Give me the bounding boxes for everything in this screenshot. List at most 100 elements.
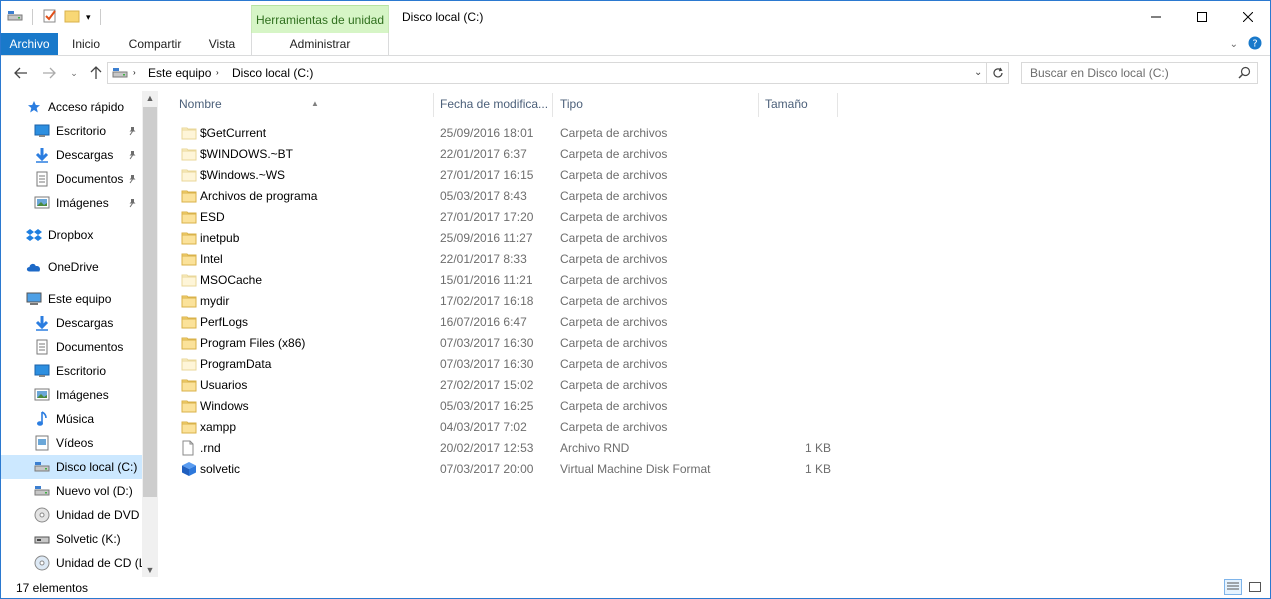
column-header-label: Nombre bbox=[179, 97, 222, 111]
breadcrumb-separator-icon[interactable]: › bbox=[133, 68, 136, 77]
file-type: Carpeta de archivos bbox=[560, 168, 668, 182]
nav-item[interactable]: Escritorio bbox=[1, 359, 142, 383]
nav-item[interactable]: Imágenes bbox=[1, 383, 142, 407]
breadcrumb-este-equipo[interactable]: Este equipo bbox=[148, 66, 211, 80]
refresh-button[interactable] bbox=[987, 62, 1009, 84]
file-row[interactable]: $GetCurrent 25/09/2016 18:01 Carpeta de ar… bbox=[173, 122, 843, 143]
folder-hidden-icon bbox=[181, 146, 197, 162]
file-type: Carpeta de archivos bbox=[560, 231, 668, 245]
file-date: 07/03/2017 16:30 bbox=[440, 336, 534, 350]
nav-item[interactable]: Vídeos bbox=[1, 431, 142, 455]
file-row[interactable]: Archivos de programa 05/03/2017 8:43 Carpe… bbox=[173, 185, 843, 206]
file-row[interactable]: MSOCache 15/01/2016 11:21 Carpeta de archi… bbox=[173, 269, 843, 290]
close-button[interactable] bbox=[1225, 1, 1270, 32]
nav-item[interactable]: Acceso rápido bbox=[1, 95, 142, 119]
tab-inicio[interactable]: Inicio bbox=[63, 33, 109, 55]
nav-item[interactable]: Disco local (C:) bbox=[1, 455, 142, 479]
column-header-tipo[interactable]: Tipo bbox=[554, 93, 758, 115]
forward-arrow-icon[interactable] bbox=[40, 65, 58, 81]
drive-icon[interactable] bbox=[7, 10, 23, 25]
explorer-window: ▾ Herramientas de unidad Disco local (C:… bbox=[0, 0, 1271, 599]
breadcrumb-separator-icon[interactable]: › bbox=[216, 68, 219, 77]
file-row[interactable]: .rnd 20/02/2017 12:53 Archivo RND 1 KB bbox=[173, 437, 843, 458]
nav-item[interactable]: Descargas bbox=[1, 143, 142, 167]
expand-ribbon-icon[interactable]: ⌄ bbox=[1230, 39, 1238, 50]
file-row[interactable]: inetpub 25/09/2016 11:27 Carpeta de archiv… bbox=[173, 227, 843, 248]
file-date: 04/03/2017 7:02 bbox=[440, 420, 527, 434]
file-type: Carpeta de archivos bbox=[560, 399, 668, 413]
folder-icon bbox=[181, 293, 197, 309]
nav-item[interactable]: Unidad de CD (L bbox=[1, 551, 142, 575]
nav-item-label: Descargas bbox=[56, 316, 114, 330]
new-folder-icon[interactable] bbox=[64, 8, 80, 27]
nav-item[interactable]: Documentos bbox=[1, 335, 142, 359]
tab-archivo[interactable]: Archivo bbox=[1, 33, 58, 55]
up-arrow-icon[interactable] bbox=[87, 65, 105, 81]
search-icon[interactable] bbox=[1238, 66, 1251, 82]
scroll-thumb[interactable] bbox=[143, 107, 157, 497]
file-row[interactable]: $WINDOWS.~BT 22/01/2017 6:37 Carpeta de ar… bbox=[173, 143, 843, 164]
nav-item[interactable]: Dropbox bbox=[1, 223, 142, 247]
column-header-tamano[interactable]: Tamaño bbox=[759, 93, 837, 115]
scroll-up-arrow-icon[interactable]: ▲ bbox=[142, 91, 158, 105]
nav-item[interactable]: OneDrive bbox=[1, 255, 142, 279]
file-row[interactable]: xampp 04/03/2017 7:02 Carpeta de archivos bbox=[173, 416, 843, 437]
file-type: Carpeta de archivos bbox=[560, 336, 668, 350]
recent-locations-chevron-icon[interactable]: ⌄ bbox=[65, 65, 83, 81]
title-bar: ▾ Herramientas de unidad Disco local (C:… bbox=[1, 1, 1270, 33]
tab-compartir[interactable]: Compartir bbox=[119, 33, 191, 55]
breadcrumb-disco-local[interactable]: Disco local (C:) bbox=[232, 66, 313, 80]
folder-icon bbox=[181, 377, 197, 393]
scroll-down-arrow-icon[interactable]: ▼ bbox=[142, 563, 158, 577]
file-name: Archivos de programa bbox=[200, 189, 318, 203]
navigation-pane-scrollbar[interactable]: ▲ ▼ bbox=[142, 91, 158, 577]
properties-icon[interactable] bbox=[42, 8, 58, 27]
document-icon bbox=[34, 339, 50, 355]
file-row[interactable]: ESD 27/01/2017 17:20 Carpeta de archivos bbox=[173, 206, 843, 227]
file-row[interactable]: Intel 22/01/2017 8:33 Carpeta de archivos bbox=[173, 248, 843, 269]
back-arrow-icon[interactable] bbox=[12, 65, 30, 81]
column-header-nombre[interactable]: Nombre ▲ bbox=[173, 93, 433, 115]
file-date: 16/07/2016 6:47 bbox=[440, 315, 527, 329]
file-type: Carpeta de archivos bbox=[560, 189, 668, 203]
folder-hidden-icon bbox=[181, 125, 197, 141]
minimize-button[interactable] bbox=[1133, 1, 1179, 32]
navigation-pane: Acceso rápido Escritorio Descargas Document… bbox=[1, 89, 159, 577]
file-row[interactable]: Program Files (x86) 07/03/2017 16:30 Carpe… bbox=[173, 332, 843, 353]
file-row[interactable]: $Windows.~WS 27/01/2017 16:15 Carpeta de a… bbox=[173, 164, 843, 185]
file-type: Virtual Machine Disk Format bbox=[560, 462, 711, 476]
nav-item[interactable]: Este equipo bbox=[1, 287, 142, 311]
details-view-icon[interactable] bbox=[1224, 579, 1242, 595]
pin-icon bbox=[127, 173, 137, 187]
nav-item[interactable]: Nuevo vol (D:) bbox=[1, 479, 142, 503]
tab-vista[interactable]: Vista bbox=[199, 33, 245, 55]
tab-administrar[interactable]: Administrar bbox=[251, 33, 389, 55]
file-row[interactable]: solvetic 07/03/2017 20:00 Virtual Machine … bbox=[173, 458, 843, 479]
nav-item[interactable]: Escritorio bbox=[1, 119, 142, 143]
nav-item[interactable]: Documentos bbox=[1, 167, 142, 191]
file-row[interactable]: Windows 05/03/2017 16:25 Carpeta de archiv… bbox=[173, 395, 843, 416]
search-input[interactable] bbox=[1022, 63, 1232, 83]
file-row[interactable]: Usuarios 27/02/2017 15:02 Carpeta de archi… bbox=[173, 374, 843, 395]
nav-item[interactable]: Unidad de DVD R bbox=[1, 503, 142, 527]
nav-item[interactable]: Descargas bbox=[1, 311, 142, 335]
file-name: $GetCurrent bbox=[200, 126, 267, 140]
file-row[interactable]: PerfLogs 16/07/2016 6:47 Carpeta de archiv… bbox=[173, 311, 843, 332]
nav-item[interactable]: Solvetic (K:) bbox=[1, 527, 142, 551]
file-name: MSOCache bbox=[200, 273, 263, 287]
maximize-button[interactable] bbox=[1179, 1, 1225, 32]
nav-item[interactable]: Música bbox=[1, 407, 142, 431]
customize-qat-icon[interactable]: ▾ bbox=[86, 12, 91, 23]
pin-icon bbox=[127, 149, 137, 163]
address-dropdown-chevron-icon[interactable]: ⌄ bbox=[974, 67, 982, 78]
file-row[interactable]: mydir 17/02/2017 16:18 Carpeta de archivos bbox=[173, 290, 843, 311]
help-icon[interactable]: ? bbox=[1248, 36, 1262, 53]
nav-item[interactable]: Imágenes bbox=[1, 191, 142, 215]
window-title: Disco local (C:) bbox=[402, 10, 484, 24]
file-name: Usuarios bbox=[200, 378, 248, 392]
large-icons-view-icon[interactable] bbox=[1246, 579, 1264, 595]
address-bar[interactable]: › Este equipo › Disco local (C:) ⌄ bbox=[107, 62, 987, 84]
nav-item-label: Disco local (C:) bbox=[56, 460, 138, 474]
file-row[interactable]: ProgramData 07/03/2017 16:30 Carpeta de ar… bbox=[173, 353, 843, 374]
column-header-fecha[interactable]: Fecha de modifica... bbox=[434, 93, 552, 115]
